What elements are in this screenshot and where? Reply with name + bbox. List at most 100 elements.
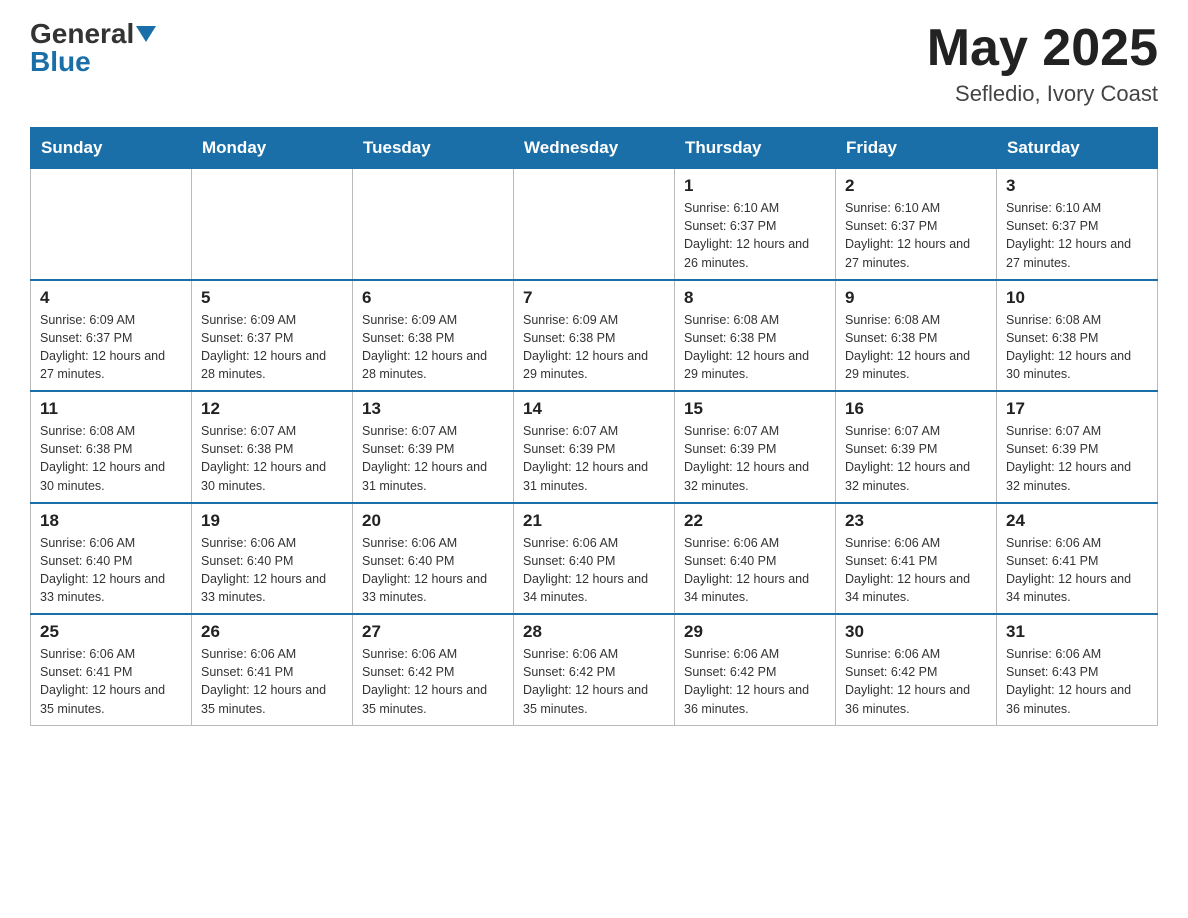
- day-info: Sunrise: 6:06 AM Sunset: 6:41 PM Dayligh…: [845, 534, 987, 607]
- calendar-cell: 26 Sunrise: 6:06 AM Sunset: 6:41 PM Dayli…: [192, 614, 353, 725]
- calendar-cell: 8 Sunrise: 6:08 AM Sunset: 6:38 PM Daylig…: [675, 280, 836, 392]
- calendar-cell: 21Sunrise: 6:06 AM Sunset: 6:40 PM Dayli…: [514, 503, 675, 615]
- day-info: Sunrise: 6:07 AM Sunset: 6:39 PM Dayligh…: [845, 422, 987, 495]
- calendar-cell: 29 Sunrise: 6:06 AM Sunset: 6:42 PM Dayli…: [675, 614, 836, 725]
- day-info: Sunrise: 6:06 AM Sunset: 6:41 PM Dayligh…: [40, 645, 182, 718]
- day-info: Sunrise: 6:08 AM Sunset: 6:38 PM Dayligh…: [845, 311, 987, 384]
- weekday-header-friday: Friday: [836, 128, 997, 169]
- day-info: Sunrise: 6:09 AM Sunset: 6:37 PM Dayligh…: [40, 311, 182, 384]
- day-info: Sunrise: 6:06 AM Sunset: 6:40 PM Dayligh…: [40, 534, 182, 607]
- day-number: 6: [362, 288, 504, 308]
- day-number: 4: [40, 288, 182, 308]
- day-info: Sunrise: 6:09 AM Sunset: 6:38 PM Dayligh…: [523, 311, 665, 384]
- day-number: 16: [845, 399, 987, 419]
- calendar-week-row: 11Sunrise: 6:08 AM Sunset: 6:38 PM Dayli…: [31, 391, 1158, 503]
- day-number: 13: [362, 399, 504, 419]
- day-number: 26: [201, 622, 343, 642]
- calendar-cell: 13 Sunrise: 6:07 AM Sunset: 6:39 PM Dayli…: [353, 391, 514, 503]
- calendar-cell: [353, 169, 514, 280]
- day-number: 14: [523, 399, 665, 419]
- day-number: 21: [523, 511, 665, 531]
- day-number: 10: [1006, 288, 1148, 308]
- logo-general-text: General: [30, 20, 134, 48]
- weekday-header-thursday: Thursday: [675, 128, 836, 169]
- day-number: 30: [845, 622, 987, 642]
- calendar-cell: 18Sunrise: 6:06 AM Sunset: 6:40 PM Dayli…: [31, 503, 192, 615]
- day-info: Sunrise: 6:09 AM Sunset: 6:38 PM Dayligh…: [362, 311, 504, 384]
- calendar-cell: 23 Sunrise: 6:06 AM Sunset: 6:41 PM Dayli…: [836, 503, 997, 615]
- day-info: Sunrise: 6:07 AM Sunset: 6:39 PM Dayligh…: [523, 422, 665, 495]
- day-number: 23: [845, 511, 987, 531]
- calendar-cell: 20Sunrise: 6:06 AM Sunset: 6:40 PM Dayli…: [353, 503, 514, 615]
- day-number: 17: [1006, 399, 1148, 419]
- day-info: Sunrise: 6:08 AM Sunset: 6:38 PM Dayligh…: [1006, 311, 1148, 384]
- day-number: 12: [201, 399, 343, 419]
- day-number: 5: [201, 288, 343, 308]
- day-number: 8: [684, 288, 826, 308]
- day-number: 25: [40, 622, 182, 642]
- day-number: 27: [362, 622, 504, 642]
- day-number: 3: [1006, 176, 1148, 196]
- calendar-cell: 27 Sunrise: 6:06 AM Sunset: 6:42 PM Dayli…: [353, 614, 514, 725]
- calendar-cell: 1 Sunrise: 6:10 AM Sunset: 6:37 PM Daylig…: [675, 169, 836, 280]
- calendar-cell: 3Sunrise: 6:10 AM Sunset: 6:37 PM Daylig…: [997, 169, 1158, 280]
- weekday-header-wednesday: Wednesday: [514, 128, 675, 169]
- weekday-header-row: SundayMondayTuesdayWednesdayThursdayFrid…: [31, 128, 1158, 169]
- calendar-cell: 7Sunrise: 6:09 AM Sunset: 6:38 PM Daylig…: [514, 280, 675, 392]
- day-info: Sunrise: 6:06 AM Sunset: 6:42 PM Dayligh…: [845, 645, 987, 718]
- weekday-header-monday: Monday: [192, 128, 353, 169]
- day-info: Sunrise: 6:06 AM Sunset: 6:43 PM Dayligh…: [1006, 645, 1148, 718]
- title-section: May 2025 Sefledio, Ivory Coast: [927, 20, 1158, 107]
- weekday-header-sunday: Sunday: [31, 128, 192, 169]
- calendar-cell: 15 Sunrise: 6:07 AM Sunset: 6:39 PM Dayli…: [675, 391, 836, 503]
- calendar-cell: 4 Sunrise: 6:09 AM Sunset: 6:37 PM Daylig…: [31, 280, 192, 392]
- calendar-cell: 19 Sunrise: 6:06 AM Sunset: 6:40 PM Dayli…: [192, 503, 353, 615]
- calendar-cell: 12Sunrise: 6:07 AM Sunset: 6:38 PM Dayli…: [192, 391, 353, 503]
- day-number: 15: [684, 399, 826, 419]
- day-number: 2: [845, 176, 987, 196]
- calendar-cell: 24Sunrise: 6:06 AM Sunset: 6:41 PM Dayli…: [997, 503, 1158, 615]
- day-info: Sunrise: 6:07 AM Sunset: 6:39 PM Dayligh…: [684, 422, 826, 495]
- day-info: Sunrise: 6:06 AM Sunset: 6:41 PM Dayligh…: [201, 645, 343, 718]
- day-number: 31: [1006, 622, 1148, 642]
- calendar-cell: 28 Sunrise: 6:06 AM Sunset: 6:42 PM Dayli…: [514, 614, 675, 725]
- day-info: Sunrise: 6:06 AM Sunset: 6:40 PM Dayligh…: [362, 534, 504, 607]
- calendar-cell: 6 Sunrise: 6:09 AM Sunset: 6:38 PM Daylig…: [353, 280, 514, 392]
- logo-triangle-icon: [136, 26, 156, 42]
- calendar-table: SundayMondayTuesdayWednesdayThursdayFrid…: [30, 127, 1158, 726]
- calendar-cell: 9Sunrise: 6:08 AM Sunset: 6:38 PM Daylig…: [836, 280, 997, 392]
- day-info: Sunrise: 6:07 AM Sunset: 6:39 PM Dayligh…: [362, 422, 504, 495]
- day-info: Sunrise: 6:06 AM Sunset: 6:42 PM Dayligh…: [523, 645, 665, 718]
- day-number: 1: [684, 176, 826, 196]
- day-number: 19: [201, 511, 343, 531]
- day-info: Sunrise: 6:09 AM Sunset: 6:37 PM Dayligh…: [201, 311, 343, 384]
- calendar-week-row: 4 Sunrise: 6:09 AM Sunset: 6:37 PM Daylig…: [31, 280, 1158, 392]
- calendar-cell: 25 Sunrise: 6:06 AM Sunset: 6:41 PM Dayli…: [31, 614, 192, 725]
- day-number: 11: [40, 399, 182, 419]
- calendar-cell: [31, 169, 192, 280]
- day-info: Sunrise: 6:10 AM Sunset: 6:37 PM Dayligh…: [684, 199, 826, 272]
- month-year-title: May 2025: [927, 20, 1158, 77]
- calendar-cell: 17Sunrise: 6:07 AM Sunset: 6:39 PM Dayli…: [997, 391, 1158, 503]
- day-info: Sunrise: 6:06 AM Sunset: 6:42 PM Dayligh…: [362, 645, 504, 718]
- calendar-cell: 22Sunrise: 6:06 AM Sunset: 6:40 PM Dayli…: [675, 503, 836, 615]
- day-info: Sunrise: 6:08 AM Sunset: 6:38 PM Dayligh…: [684, 311, 826, 384]
- calendar-cell: 16 Sunrise: 6:07 AM Sunset: 6:39 PM Dayli…: [836, 391, 997, 503]
- calendar-cell: [192, 169, 353, 280]
- page-header: General Blue May 2025 Sefledio, Ivory Co…: [30, 20, 1158, 107]
- calendar-week-row: 1 Sunrise: 6:10 AM Sunset: 6:37 PM Daylig…: [31, 169, 1158, 280]
- day-info: Sunrise: 6:06 AM Sunset: 6:41 PM Dayligh…: [1006, 534, 1148, 607]
- calendar-cell: 5 Sunrise: 6:09 AM Sunset: 6:37 PM Daylig…: [192, 280, 353, 392]
- day-number: 28: [523, 622, 665, 642]
- calendar-cell: 14 Sunrise: 6:07 AM Sunset: 6:39 PM Dayli…: [514, 391, 675, 503]
- calendar-cell: 10 Sunrise: 6:08 AM Sunset: 6:38 PM Dayli…: [997, 280, 1158, 392]
- weekday-header-tuesday: Tuesday: [353, 128, 514, 169]
- calendar-cell: 2 Sunrise: 6:10 AM Sunset: 6:37 PM Daylig…: [836, 169, 997, 280]
- day-info: Sunrise: 6:06 AM Sunset: 6:42 PM Dayligh…: [684, 645, 826, 718]
- day-info: Sunrise: 6:06 AM Sunset: 6:40 PM Dayligh…: [684, 534, 826, 607]
- day-info: Sunrise: 6:06 AM Sunset: 6:40 PM Dayligh…: [201, 534, 343, 607]
- day-info: Sunrise: 6:10 AM Sunset: 6:37 PM Dayligh…: [845, 199, 987, 272]
- calendar-week-row: 25 Sunrise: 6:06 AM Sunset: 6:41 PM Dayli…: [31, 614, 1158, 725]
- location-label: Sefledio, Ivory Coast: [927, 81, 1158, 107]
- day-number: 29: [684, 622, 826, 642]
